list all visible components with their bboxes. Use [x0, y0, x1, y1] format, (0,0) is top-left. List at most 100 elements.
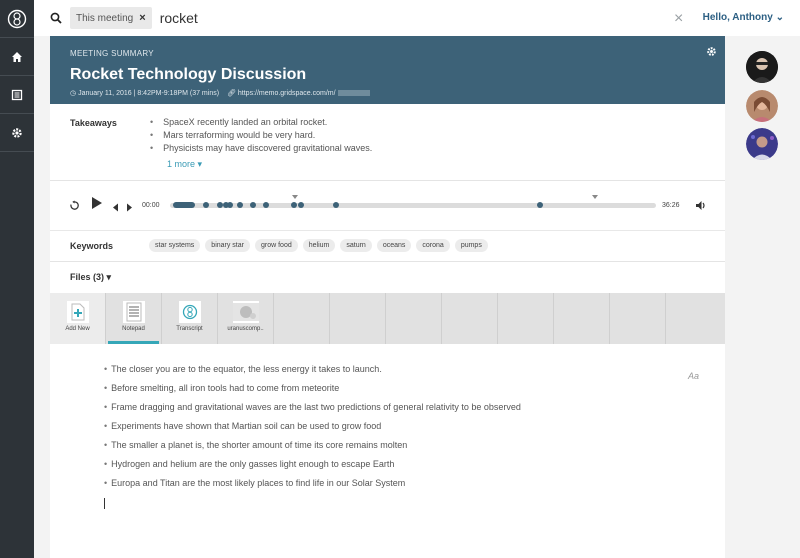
- keyword-hit-marker[interactable]: [237, 202, 243, 208]
- participant-avatar[interactable]: [746, 90, 778, 122]
- empty-file-slot: [610, 293, 666, 344]
- takeaway-item: SpaceX recently landed an orbital rocket…: [150, 117, 372, 130]
- timeline-scrubber[interactable]: [170, 195, 656, 208]
- section-label: MEETING SUMMARY: [70, 49, 154, 58]
- keyword-tag[interactable]: helium: [302, 239, 336, 252]
- audio-player: 00:00 36:26: [50, 182, 725, 230]
- takeaway-item: Physicists may have discovered gravitati…: [150, 143, 372, 156]
- search-input[interactable]: [159, 10, 640, 26]
- redacted-id: [337, 90, 370, 97]
- empty-file-slot: [442, 293, 498, 344]
- transcript-icon: [178, 301, 201, 323]
- user-menu[interactable]: Hello, Anthony ⌄: [703, 12, 784, 23]
- bookmark-marker[interactable]: [592, 195, 598, 199]
- keyword-hit-marker[interactable]: [250, 202, 256, 208]
- nav-settings[interactable]: [0, 114, 34, 152]
- keyword-tag[interactable]: oceans: [376, 239, 412, 252]
- keyword-tag[interactable]: corona: [416, 239, 450, 252]
- notepad-icon: [122, 301, 145, 323]
- keyword-hit-marker[interactable]: [173, 202, 195, 208]
- file-caption: Add New: [65, 326, 90, 332]
- keyword-hit-marker[interactable]: [291, 202, 297, 208]
- notepad-editor[interactable]: The closer you are to the equator, the l…: [50, 344, 725, 558]
- clear-search-icon[interactable]: ×: [674, 10, 683, 28]
- text-cursor: [104, 498, 105, 509]
- file-notepad[interactable]: Notepad: [106, 293, 162, 344]
- meeting-datetime: ◷ January 11, 2016 | 8:42PM-9:18PM (37 m…: [70, 89, 219, 97]
- font-size-toggle[interactable]: Aa: [688, 371, 699, 381]
- chevron-down-icon: ⌄: [775, 12, 784, 23]
- keyword-tag[interactable]: binary star: [205, 239, 250, 252]
- search-scope-label: This meeting: [76, 12, 134, 24]
- add-document-icon: [66, 301, 89, 323]
- participant-avatar[interactable]: [746, 51, 778, 83]
- empty-file-slot: [330, 293, 386, 344]
- keyword-tag[interactable]: saturn: [340, 239, 372, 252]
- empty-file-slot: [554, 293, 610, 344]
- add-new-file[interactable]: Add New: [50, 293, 106, 344]
- participant-avatar[interactable]: [746, 128, 778, 160]
- caret-down-icon: ▾: [197, 159, 203, 169]
- gridspace-logo-icon: [7, 9, 27, 28]
- meeting-title: Rocket Technology Discussion: [70, 66, 307, 83]
- keyword-tag[interactable]: pumps: [454, 239, 488, 252]
- file-caption: Notepad: [122, 326, 145, 332]
- total-duration: 36:26: [662, 202, 680, 209]
- files-toggle[interactable]: Files (3) ▾: [70, 272, 111, 283]
- meeting-datetime-text: January 11, 2016 | 8:42PM-9:18PM (37 min…: [78, 90, 220, 97]
- gear-icon: [12, 127, 22, 138]
- keyword-hit-marker[interactable]: [203, 202, 209, 208]
- keyword-hit-marker[interactable]: [263, 202, 269, 208]
- meeting-header: MEETING SUMMARY Rocket Technology Discus…: [50, 36, 725, 104]
- caret-down-icon: ▾: [106, 272, 112, 282]
- home-icon: [12, 51, 22, 62]
- file-caption: uranuscomp..: [227, 326, 264, 332]
- volume-icon[interactable]: [695, 198, 707, 216]
- keyword-tag[interactable]: grow food: [254, 239, 298, 252]
- keyword-tags: star systems binary star grow food heliu…: [149, 239, 488, 252]
- search-scope-chip[interactable]: This meeting ×: [70, 7, 152, 29]
- files-strip: Add New Notepad Transcript uranuscomp..: [50, 293, 725, 344]
- replay-icon[interactable]: [69, 198, 80, 216]
- note-line: The closer you are to the equator, the l…: [104, 364, 521, 383]
- note-line: Frame dragging and gravitational waves a…: [104, 402, 521, 421]
- note-line: Hydrogen and helium are the only gasses …: [104, 459, 521, 478]
- note-line: Europa and Titan are the most likely pla…: [104, 478, 521, 497]
- keyword-tag[interactable]: star systems: [149, 239, 201, 252]
- files-section: Files (3) ▾: [50, 261, 725, 293]
- keyword-hit-marker[interactable]: [333, 202, 339, 208]
- note-line: Before smelting, all iron tools had to c…: [104, 383, 521, 402]
- user-greeting: Hello, Anthony: [702, 12, 773, 23]
- file-caption: Transcript: [176, 326, 203, 332]
- meeting-url[interactable]: https://memo.gridspace.com/m/: [238, 90, 336, 97]
- current-time: 00:00: [142, 202, 160, 209]
- skip-forward-icon[interactable]: [126, 199, 133, 217]
- bookmark-marker[interactable]: [292, 195, 298, 199]
- image-icon: [232, 301, 259, 323]
- file-image[interactable]: uranuscomp..: [218, 293, 274, 344]
- nav-meetings[interactable]: [0, 76, 34, 114]
- app-logo[interactable]: [0, 0, 34, 38]
- show-more-takeaways[interactable]: 1 more ▾: [167, 159, 202, 170]
- keyword-hit-marker[interactable]: [298, 202, 304, 208]
- play-icon[interactable]: [91, 196, 103, 215]
- note-line: The smaller a planet is, the shorter amo…: [104, 440, 521, 459]
- remove-scope-icon[interactable]: ×: [139, 12, 145, 24]
- empty-file-slot: [666, 293, 722, 344]
- keyword-hit-marker[interactable]: [227, 202, 233, 208]
- takeaways-list: SpaceX recently landed an orbital rocket…: [150, 117, 372, 156]
- files-label: Files (3): [70, 272, 105, 282]
- meeting-settings-icon[interactable]: [706, 44, 717, 62]
- file-transcript[interactable]: Transcript: [162, 293, 218, 344]
- meeting-meta: ◷ January 11, 2016 | 8:42PM-9:18PM (37 m…: [70, 89, 370, 97]
- search-icon: [48, 10, 64, 26]
- top-bar: This meeting × × Hello, Anthony ⌄: [34, 0, 800, 36]
- left-nav: [0, 0, 34, 558]
- keywords-label: Keywords: [70, 241, 114, 251]
- nav-home[interactable]: [0, 38, 34, 76]
- meeting-link[interactable]: 🔗︎ https://memo.gridspace.com/m/: [227, 89, 370, 97]
- skip-back-icon[interactable]: [112, 199, 119, 217]
- empty-file-slot: [274, 293, 330, 344]
- show-more-label: 1 more: [167, 159, 196, 169]
- keyword-hit-marker[interactable]: [537, 202, 543, 208]
